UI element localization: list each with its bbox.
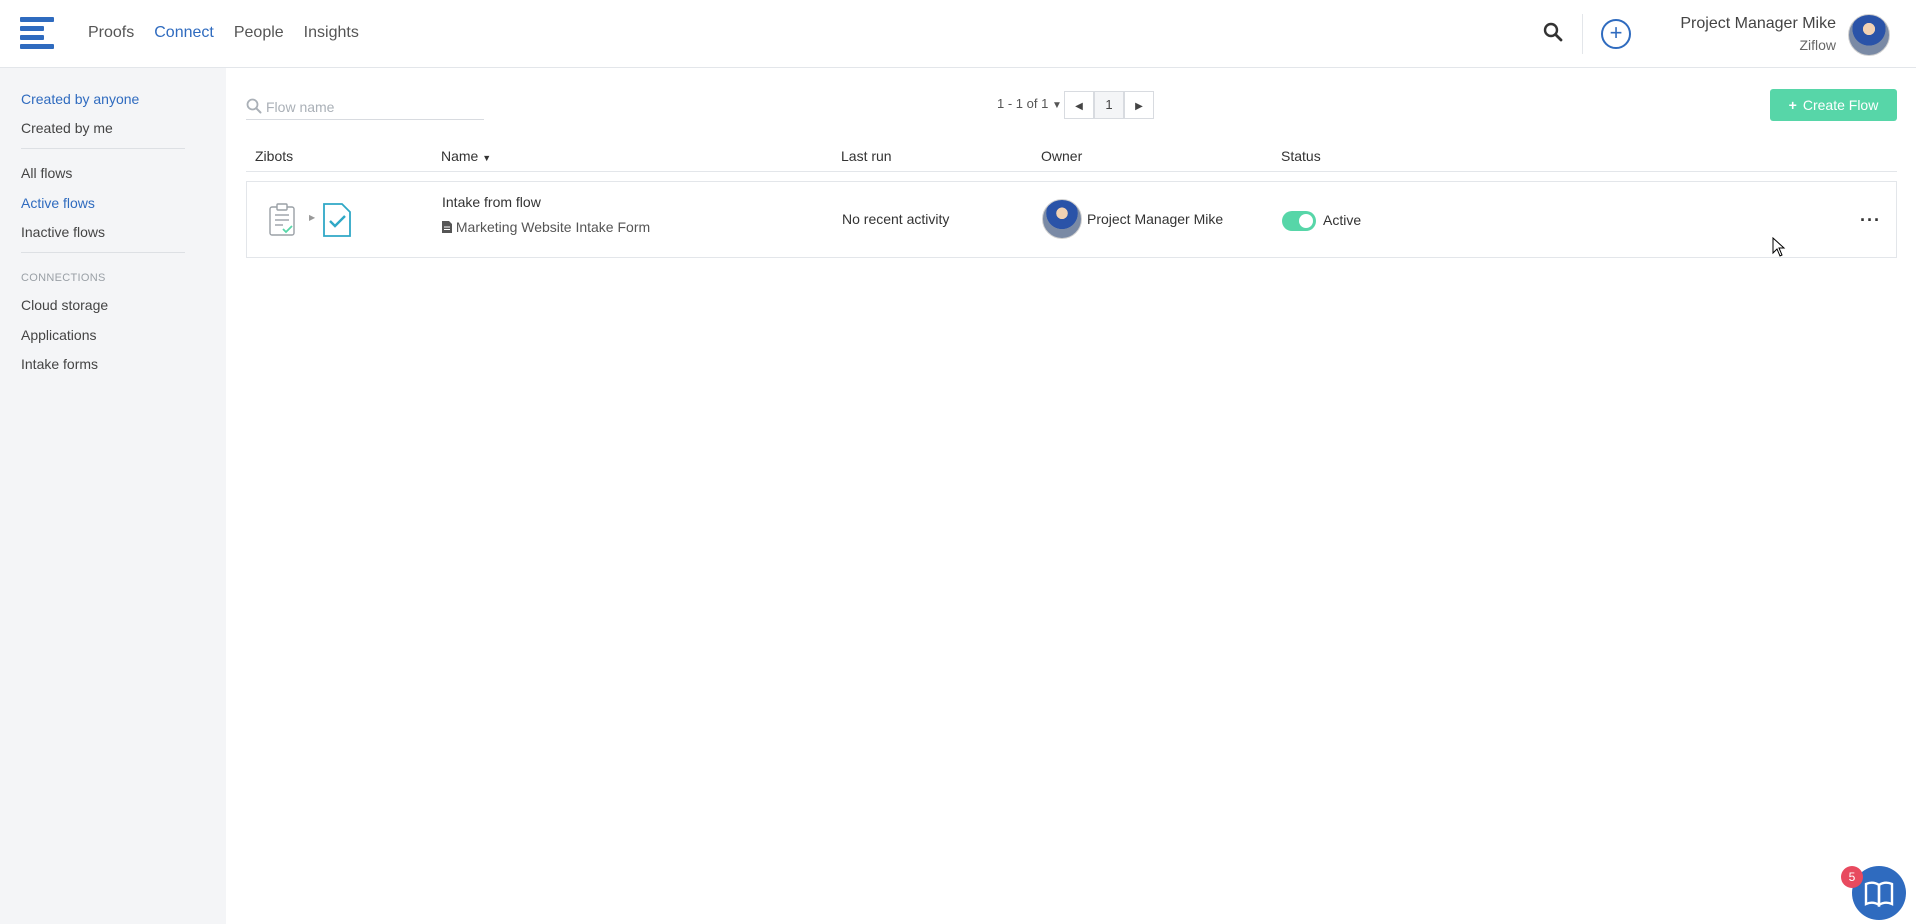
owner-avatar (1042, 199, 1082, 239)
nav-people[interactable]: People (234, 24, 284, 42)
column-status: Status (1281, 148, 1321, 164)
document-icon (442, 219, 456, 235)
sidebar-item-active-flows[interactable]: Active flows (21, 195, 95, 211)
pager-range-text: 1 - 1 of 1 (997, 96, 1049, 111)
sidebar-item-cloud-storage[interactable]: Cloud storage (21, 297, 108, 313)
flow-search-input[interactable] (266, 96, 476, 118)
pager-current-page[interactable]: 1 (1094, 91, 1124, 119)
intake-form-icon (268, 203, 296, 240)
search-icon (246, 98, 262, 119)
user-avatar[interactable] (1848, 14, 1890, 56)
flow-search (246, 94, 484, 120)
sidebar-item-all-flows[interactable]: All flows (21, 165, 72, 181)
mouse-cursor-icon (1772, 236, 1786, 262)
flow-name[interactable]: Intake from flow (442, 194, 541, 210)
plus-icon: + (1788, 97, 1797, 113)
user-org: Ziflow (1799, 37, 1836, 53)
pager-next-button[interactable]: ▶ (1124, 91, 1154, 119)
sort-down-icon: ▼ (482, 153, 492, 163)
notification-badge: 5 (1841, 866, 1863, 888)
add-icon[interactable]: + (1601, 19, 1631, 49)
header-divider (1582, 14, 1583, 54)
status-label: Active (1323, 212, 1362, 228)
sidebar-item-created-by-me[interactable]: Created by me (21, 120, 113, 136)
sidebar-divider (21, 148, 185, 149)
status-toggle[interactable] (1282, 211, 1316, 231)
caret-left-icon: ◀ (1075, 101, 1083, 112)
sidebar-divider (21, 252, 185, 253)
pager-prev-button[interactable]: ◀ (1064, 91, 1094, 119)
nav-connect[interactable]: Connect (154, 24, 214, 42)
column-last-run: Last run (841, 148, 892, 164)
user-name: Project Manager Mike (1680, 15, 1836, 32)
column-name-label: Name (441, 148, 479, 164)
create-flow-button[interactable]: + Create Flow (1770, 89, 1897, 121)
nav-proofs[interactable]: Proofs (88, 24, 134, 42)
arrow-right-icon: ▶ (309, 213, 316, 222)
caret-right-icon: ▶ (1135, 101, 1143, 112)
last-run: No recent activity (842, 211, 950, 227)
pager-range[interactable]: 1 - 1 of 1 ▼ (997, 96, 1062, 111)
column-name[interactable]: Name ▼ (441, 148, 491, 164)
app-logo-icon[interactable] (20, 17, 54, 51)
sidebar: Created by anyone Created by me All flow… (0, 68, 226, 924)
owner-name: Project Manager Mike (1087, 211, 1224, 227)
flow-source: Marketing Website Intake Form (442, 219, 650, 235)
sidebar-item-inactive-flows[interactable]: Inactive flows (21, 224, 105, 240)
flow-source-label: Marketing Website Intake Form (455, 219, 651, 235)
table-header: Zibots Name ▼ Last run Owner Status (246, 140, 1897, 172)
caret-down-icon: ▼ (1051, 100, 1062, 111)
connections-heading: CONNECTIONS (21, 272, 106, 284)
nav-insights[interactable]: Insights (304, 24, 359, 42)
search-icon[interactable] (1543, 22, 1565, 44)
sidebar-item-applications[interactable]: Applications (21, 327, 97, 343)
top-bar: Proofs Connect People Insights + Project… (0, 0, 1916, 68)
create-flow-label: Create Flow (1802, 97, 1879, 113)
main-nav: Proofs Connect People Insights (88, 24, 359, 42)
more-options-icon[interactable]: ··· (1860, 210, 1881, 231)
column-zibots: Zibots (255, 148, 294, 164)
user-menu[interactable]: Project Manager Mike Ziflow (1680, 15, 1836, 53)
sidebar-item-created-by-anyone[interactable]: Created by anyone (21, 91, 139, 107)
sidebar-item-intake-forms[interactable]: Intake forms (21, 356, 98, 372)
approved-doc-icon (322, 202, 352, 241)
column-owner: Owner (1041, 148, 1083, 164)
